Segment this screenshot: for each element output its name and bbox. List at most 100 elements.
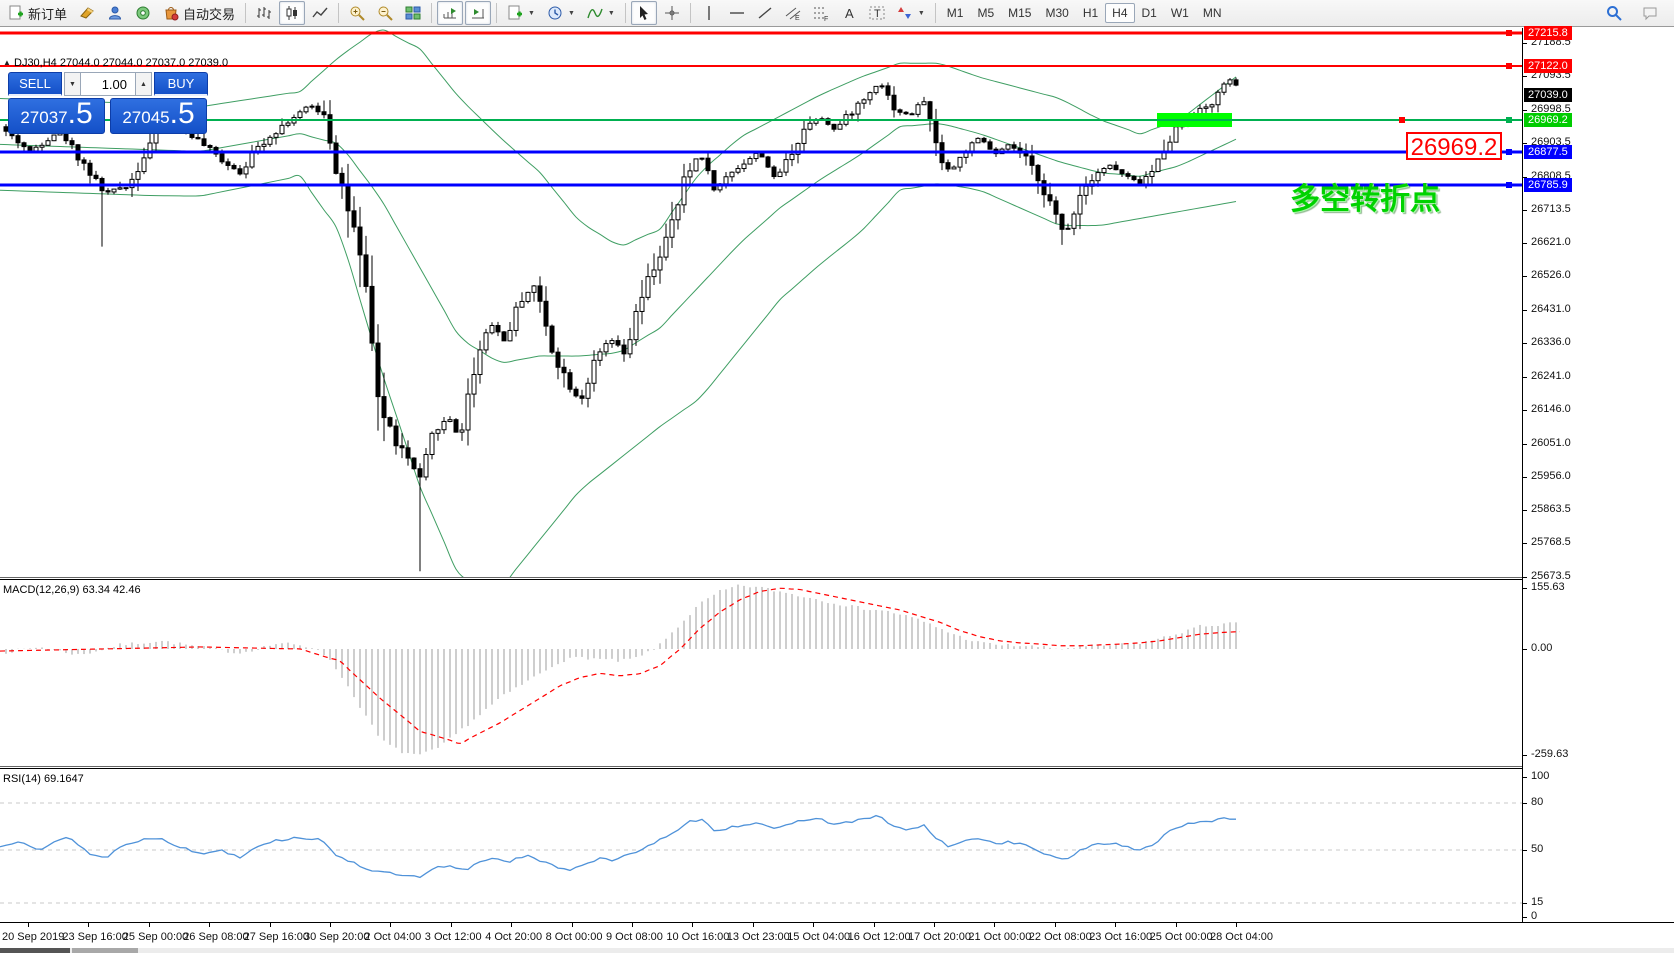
community-button[interactable] [102,1,128,25]
text-button[interactable]: A [836,1,862,25]
volume-decrease-button[interactable]: ▼ [64,72,81,96]
timeframe-mn-button[interactable]: MN [1196,3,1229,23]
rsi-line [0,816,1236,878]
new-chart-button[interactable]: ▼ [502,1,540,25]
macd-canvas[interactable] [0,580,1522,766]
label-handle[interactable] [1399,117,1405,123]
scrollbar-thumb-secondary[interactable] [72,948,138,953]
axis-tick-mark [1523,410,1527,411]
timeframe-h1-button[interactable]: H1 [1076,3,1105,23]
time-axis[interactable]: 20 Sep 201923 Sep 16:0025 Sep 00:0026 Se… [0,922,1674,948]
timeframe-d1-button[interactable]: D1 [1135,3,1164,23]
svg-text:A: A [845,6,854,21]
scrollbar-thumb[interactable] [0,948,70,953]
hline-button[interactable] [724,1,750,25]
price-level-tag: 26877.5 [1524,145,1572,159]
brush-icon [79,5,95,21]
price-chart-canvas[interactable] [0,28,1522,577]
chat-icon [1642,5,1658,21]
shift-end-button[interactable] [437,1,463,25]
line-icon [312,5,328,21]
new-order-button[interactable]: 新订单 [3,1,72,25]
price-axis-label: 26146.0 [1531,403,1571,415]
caret-down-icon: ▼ [608,10,615,17]
time-tick-mark [270,923,271,927]
axis-tick-mark [1523,276,1527,277]
crosshair-button[interactable] [659,1,685,25]
line-handle[interactable] [1506,30,1512,36]
axis-tick-mark [1523,803,1527,804]
styles-button[interactable] [74,1,100,25]
price-axis-label: 50 [1531,843,1543,855]
autotrading-button[interactable]: 自动交易 [158,1,240,25]
bars-chart-button[interactable] [251,1,277,25]
time-axis-label: 8 Oct 00:00 [546,931,603,943]
sell-price-button[interactable]: 27037.5 [8,98,105,134]
toolbar-separator [431,3,432,23]
timeframe-m15-button[interactable]: M15 [1001,3,1038,23]
bollinger-band-line [0,124,1236,363]
price-axis-label: 26051.0 [1531,437,1571,449]
axis-tick-mark [1523,110,1527,111]
trendline-button[interactable] [752,1,778,25]
bollinger-band-line [0,175,1236,577]
volume-input[interactable]: 1.00 [81,72,135,96]
auto-scroll-button[interactable] [465,1,491,25]
indicator-icon [587,5,603,21]
time-tick-mark [632,923,633,927]
caret-down-icon: ▼ [918,10,925,17]
turning-point-annotation[interactable]: 多空转折点 [1290,174,1440,218]
timeframe-m5-button[interactable]: M5 [970,3,1001,23]
rsi-pane[interactable]: RSI(14) 69.1647 [0,769,1674,922]
svg-text:E: E [795,15,800,21]
price-axis[interactable]: 27188.527093.526998.526903.526808.526713… [1522,28,1674,948]
search-button[interactable] [1601,1,1627,25]
volume-increase-button[interactable]: ▲ [135,72,152,96]
line-handle[interactable] [1506,117,1512,123]
price-axis-label: 26526.0 [1531,269,1571,281]
timeframe-m30-button[interactable]: M30 [1038,3,1075,23]
buy-price-button[interactable]: 27045.5 [110,98,207,134]
timeframe-m1-button[interactable]: M1 [940,3,971,23]
price-axis-label: 80 [1531,796,1543,808]
chat-button[interactable] [1637,1,1663,25]
label-button[interactable]: T [864,1,890,25]
line-handle[interactable] [1506,63,1512,69]
channel-button[interactable]: E [780,1,806,25]
zoom-in-button[interactable] [344,1,370,25]
signals-button[interactable] [130,1,156,25]
axis-tick-mark [1523,903,1527,904]
price-axis-label: 0.00 [1531,642,1552,654]
collapse-icon[interactable]: ▲ [3,58,11,67]
time-tick-mark [753,923,754,927]
timeframe-w1-button[interactable]: W1 [1164,3,1196,23]
cursor-button[interactable] [631,1,657,25]
price-annotation-label[interactable]: 26969.2 [1406,132,1502,160]
rsi-canvas[interactable] [0,769,1522,922]
axis-tick-mark [1523,477,1527,478]
line-chart-button[interactable] [307,1,333,25]
time-axis-label: 26 Sep 08:00 [183,931,248,943]
line-handle[interactable] [1506,149,1512,155]
fibonacci-button[interactable]: F [808,1,834,25]
candles-chart-button[interactable] [279,1,305,25]
price-chart-pane[interactable]: ▲ DJ30,H4 27044.0 27044.0 27037.0 27039.… [0,28,1674,577]
time-axis-label: 4 Oct 20:00 [485,931,542,943]
sell-button[interactable]: SELL [8,72,62,96]
candles-icon [284,5,300,21]
timeframe-h4-button[interactable]: H4 [1105,3,1134,23]
toolbar-separator [245,3,246,23]
chart-ohlc-header: DJ30,H4 27044.0 27044.0 27037.0 27039.0 [14,57,228,69]
toolbar-separator [625,3,626,23]
autotrading-label: 自动交易 [183,4,235,23]
zoom-out-button[interactable] [372,1,398,25]
periods-button[interactable]: ▼ [542,1,580,25]
macd-pane[interactable]: MACD(12,26,9) 63.34 42.46 [0,580,1674,766]
indicators-button[interactable]: ▼ [582,1,620,25]
buy-button[interactable]: BUY [154,72,208,96]
tile-windows-button[interactable] [400,1,426,25]
zoomout-icon [377,5,393,21]
vline-button[interactable] [696,1,722,25]
shapes-button[interactable]: ▼ [892,1,930,25]
line-handle[interactable] [1506,182,1512,188]
